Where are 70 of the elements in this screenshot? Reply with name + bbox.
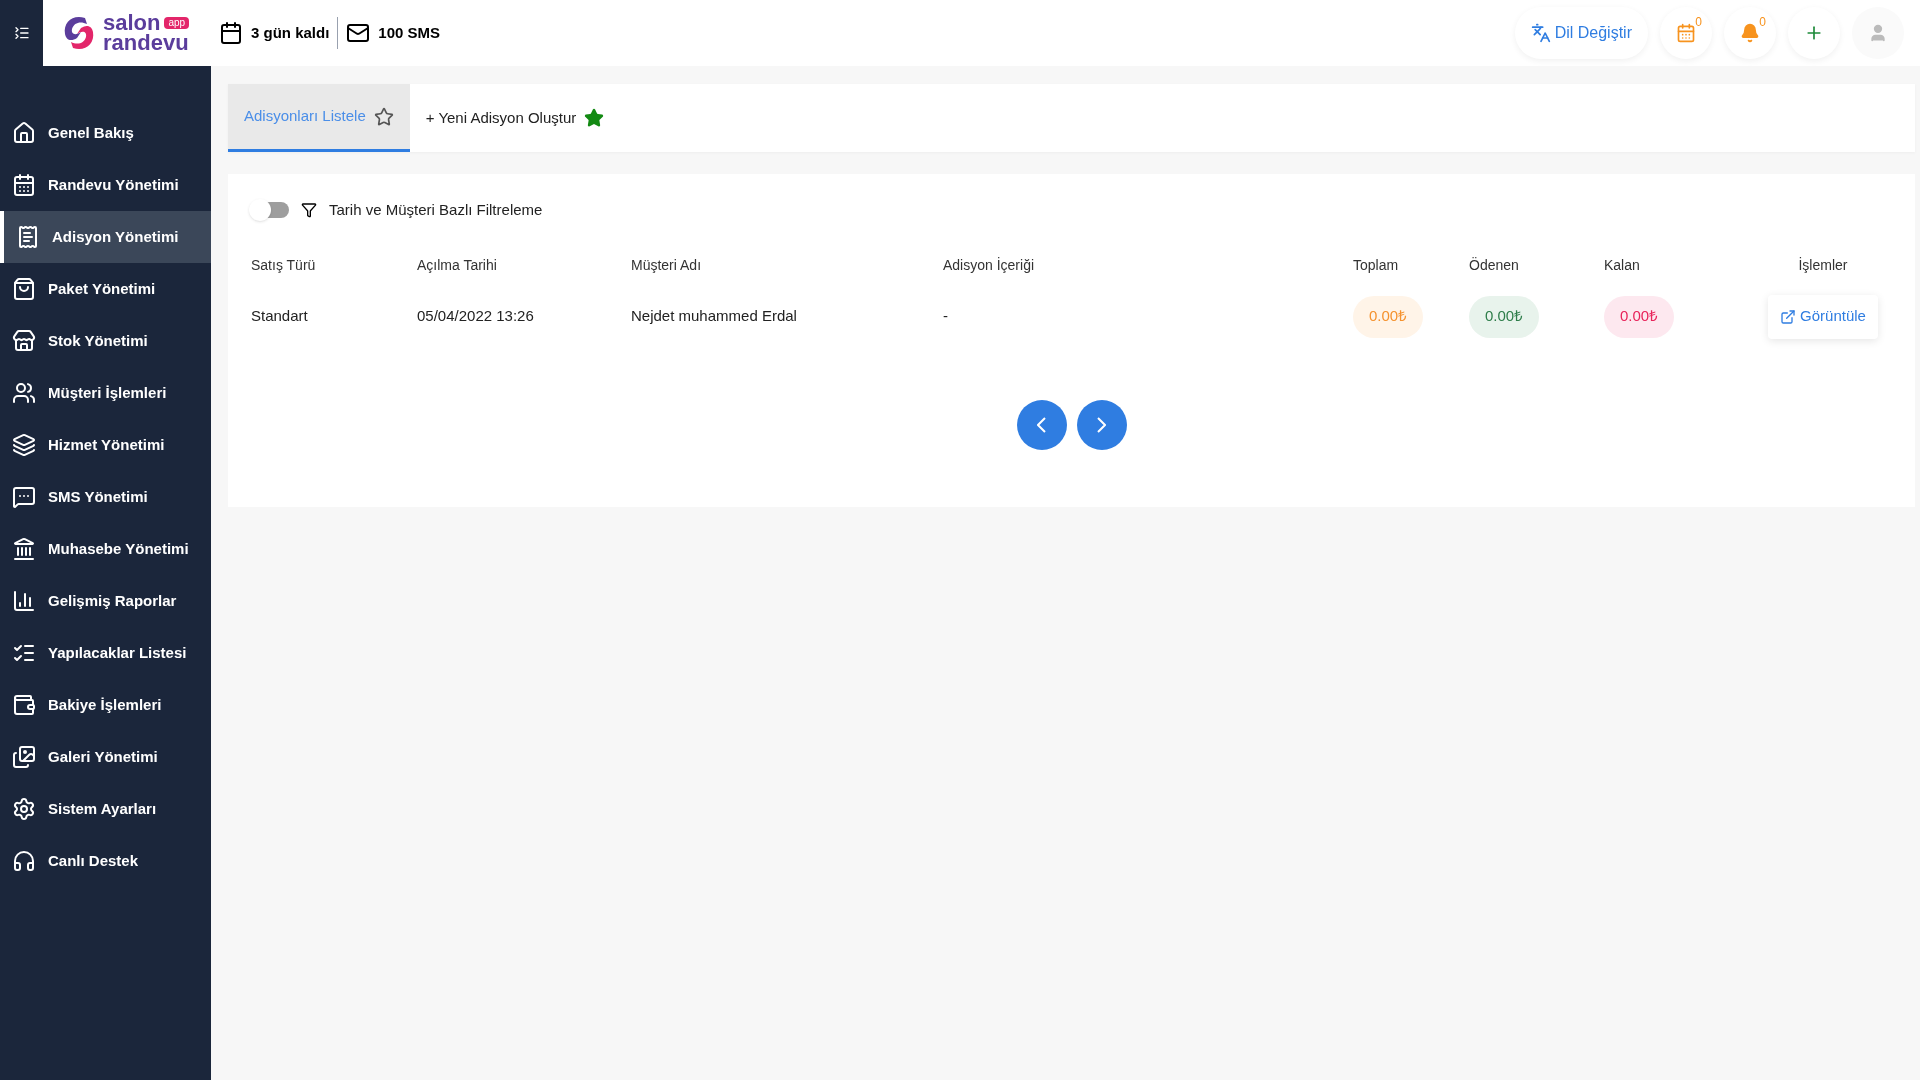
sidebar-item[interactable]: Paket Yönetimi xyxy=(0,263,211,315)
table-cell-text: 05/04/2022 13:26 xyxy=(417,306,534,327)
calendar-icon xyxy=(219,21,243,45)
sidebar-item[interactable]: Genel Bakış xyxy=(0,107,211,159)
sidebar-item[interactable]: Sistem Ayarları xyxy=(0,783,211,835)
column-header: İşlemler xyxy=(1798,256,1848,275)
calendar-icon xyxy=(1676,23,1696,43)
gallery-icon xyxy=(12,745,36,769)
house-icon xyxy=(12,121,36,145)
store-icon xyxy=(12,329,36,353)
sidebar-item[interactable]: Randevu Yönetimi xyxy=(0,159,211,211)
users-icon xyxy=(12,381,36,405)
layers-icon xyxy=(12,433,36,457)
column-header: Açılma Tarihi xyxy=(417,256,497,275)
sidebar-item[interactable]: SMS Yönetimi xyxy=(0,471,211,523)
logo-text: randevu xyxy=(103,33,190,53)
menu-icon xyxy=(13,25,30,41)
bell-icon xyxy=(1740,23,1760,43)
column-header: Kalan xyxy=(1604,256,1640,275)
days-left-text: 3 gün kaldı xyxy=(251,22,330,43)
mail-icon xyxy=(346,21,371,45)
column-header: Toplam xyxy=(1353,256,1399,275)
sidebar-item[interactable]: Gelişmiş Raporlar xyxy=(0,575,211,627)
column-header: Müşteri Adı xyxy=(631,256,702,275)
column-header: Satış Türü xyxy=(251,256,316,275)
sms-count-text: 100 SMS xyxy=(378,22,441,43)
settings-icon xyxy=(12,797,36,821)
filter-toggle[interactable] xyxy=(251,202,289,219)
wallet-icon xyxy=(12,693,36,717)
sidebar-item[interactable]: Yapılacaklar Listesi xyxy=(0,627,211,679)
user-icon xyxy=(1868,23,1888,43)
amount-pill: 0.00₺ xyxy=(1353,295,1424,338)
star-outline-icon xyxy=(373,106,394,127)
filter-label: Tarih ve Müşteri Bazlı Filtreleme xyxy=(329,200,543,220)
translate-icon xyxy=(1530,23,1551,43)
chevron-right-icon xyxy=(1097,416,1106,433)
menu-toggle[interactable] xyxy=(0,0,43,66)
chat-icon xyxy=(12,485,36,509)
bank-icon xyxy=(12,537,36,561)
calendar-icon xyxy=(12,173,36,197)
sidebar-item[interactable]: Bakiye İşlemleri xyxy=(0,679,211,731)
sidebar-item[interactable]: Hizmet Yönetimi xyxy=(0,419,211,471)
logo-badge: app xyxy=(164,17,190,29)
table-cell-text: - xyxy=(943,306,948,327)
count-label: 0 xyxy=(1759,14,1766,31)
receipt-icon xyxy=(16,225,40,249)
column-header: Adisyon İçeriği xyxy=(943,256,1035,275)
sidebar-item[interactable]: Galeri Yönetimi xyxy=(0,731,211,783)
external-link-icon xyxy=(1780,308,1797,325)
tab[interactable]: + Yeni Adisyon Oluştur xyxy=(409,84,621,152)
sidebar-item[interactable]: Canlı Destek xyxy=(0,835,211,887)
chevron-left-icon xyxy=(1037,416,1046,433)
bar-chart-icon xyxy=(12,589,36,613)
bag-icon xyxy=(12,277,36,301)
amount-pill: 0.00₺ xyxy=(1604,295,1675,338)
sidebar-item[interactable]: Muhasebe Yönetimi xyxy=(0,523,211,575)
sidebar-item[interactable]: Müşteri İşlemleri xyxy=(0,367,211,419)
table-cell-text: Standart xyxy=(251,306,308,327)
filter-icon xyxy=(301,202,317,219)
column-header: Ödenen xyxy=(1469,256,1519,275)
count-label: 0 xyxy=(1695,14,1702,31)
headset-icon xyxy=(12,849,36,873)
star-icon xyxy=(584,108,605,128)
view-button[interactable]: Görüntüle xyxy=(1768,294,1878,339)
sidebar-item[interactable]: Stok Yönetimi xyxy=(0,315,211,367)
sidebar-item[interactable]: Adisyon Yönetimi xyxy=(0,211,211,263)
amount-pill: 0.00₺ xyxy=(1469,295,1540,338)
table-cell-text: Nejdet muhammed Erdal xyxy=(631,306,797,327)
logo-text: salon xyxy=(103,13,161,33)
language-button[interactable]: Dil Değiştir xyxy=(1514,7,1648,59)
